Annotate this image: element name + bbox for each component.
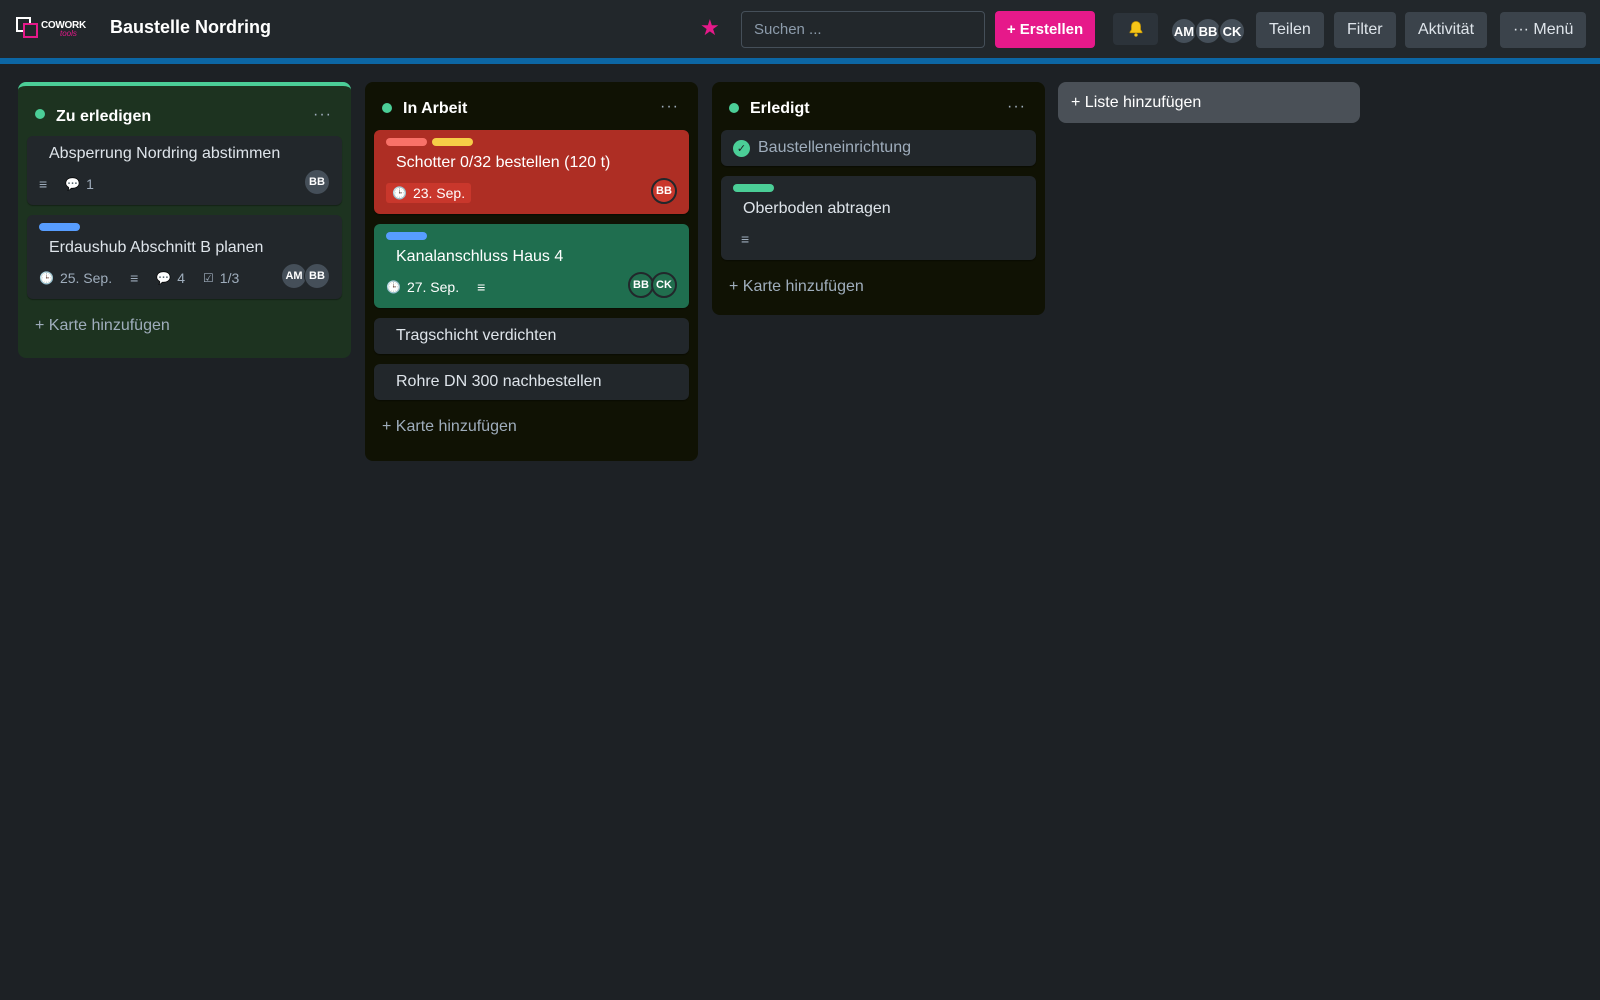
avatar[interactable]: CK <box>651 272 677 298</box>
check-circle-icon[interactable]: ✓ <box>733 139 750 157</box>
add-card-button[interactable]: + Karte hinzufügen <box>721 270 1036 304</box>
list-done: Erledigt ··· ✓ Baustelleneinrichtung Obe… <box>712 82 1045 315</box>
description-icon: ≡ <box>741 231 750 247</box>
clock-icon: 🕒 <box>39 271 54 285</box>
label-blue[interactable] <box>386 232 427 240</box>
card[interactable]: ✓ Baustelleneinrichtung <box>721 130 1036 166</box>
checklist-badge: ☑ 1/3 <box>203 270 240 286</box>
label-yellow[interactable] <box>432 138 473 146</box>
list-header: In Arbeit ··· <box>374 82 689 126</box>
description-icon: ≡ <box>130 270 139 286</box>
comment-icon: 💬 <box>65 177 81 191</box>
list-header: Zu erledigen ··· <box>27 86 342 130</box>
description-icon: ≡ <box>477 279 486 295</box>
add-list-button[interactable]: + Liste hinzufügen <box>1058 82 1360 123</box>
card[interactable]: Oberboden abtragen ≡ <box>721 176 1036 260</box>
card-title: Schotter 0/32 bestellen (120 t) <box>396 154 611 171</box>
board-members: AM BB CK <box>1170 17 1246 45</box>
create-button[interactable]: + Erstellen <box>995 11 1095 48</box>
avatar[interactable]: BB <box>651 178 677 204</box>
clock-icon: 🕒 <box>386 280 401 294</box>
header-divider <box>0 58 1600 64</box>
list-todo: Zu erledigen ··· Absperrung Nordring abs… <box>18 82 351 358</box>
status-dot-icon <box>35 109 45 119</box>
notifications-button[interactable] <box>1113 13 1158 45</box>
card[interactable]: Kanalanschluss Haus 4 🕒 27. Sep. ≡ BB CK <box>374 224 689 308</box>
card-badges: ≡ 💬 1 <box>39 172 330 196</box>
due-date-badge[interactable]: 🕒 25. Sep. <box>39 270 112 286</box>
card-members: AM BB <box>281 263 330 289</box>
due-date-badge[interactable]: 🕒 23. Sep. <box>386 183 472 203</box>
star-icon[interactable]: ★ <box>700 15 720 41</box>
card[interactable]: Absperrung Nordring abstimmen ≡ 💬 1 BB <box>27 136 342 205</box>
description-icon: ≡ <box>39 176 48 192</box>
card-title: Baustelleneinrichtung <box>758 139 911 156</box>
card-title: Tragschicht verdichten <box>396 327 557 344</box>
filter-button[interactable]: Filter <box>1334 12 1396 48</box>
card-labels <box>39 223 330 231</box>
status-dot-icon <box>729 103 739 113</box>
list-menu-icon[interactable]: ··· <box>313 106 332 124</box>
due-date-badge[interactable]: 🕒 27. Sep. <box>386 279 459 295</box>
card-title: Oberboden abtragen <box>743 200 891 217</box>
comment-icon: 💬 <box>156 271 172 285</box>
card[interactable]: Tragschicht verdichten <box>374 318 689 354</box>
list-in-progress: In Arbeit ··· Schotter 0/32 bestellen (1… <box>365 82 698 461</box>
bell-icon <box>1129 21 1142 37</box>
label-green[interactable] <box>733 184 774 192</box>
card-title: Absperrung Nordring abstimmen <box>49 145 281 162</box>
avatar[interactable]: BB <box>304 169 330 195</box>
label-red[interactable] <box>386 138 427 146</box>
logo-subtext: tools <box>60 29 77 38</box>
card-members: BB <box>651 178 677 204</box>
list-title[interactable]: In Arbeit <box>403 100 467 118</box>
comments-badge: 💬 1 <box>65 176 94 192</box>
activity-button[interactable]: Aktivität <box>1405 12 1488 48</box>
card[interactable]: Rohre DN 300 nachbestellen <box>374 364 689 400</box>
avatar[interactable]: CK <box>1218 17 1246 45</box>
status-dot-icon <box>382 103 392 113</box>
list-title[interactable]: Zu erledigen <box>56 108 151 126</box>
card[interactable]: Erdaushub Abschnitt B planen 🕒 25. Sep. ≡… <box>27 215 342 299</box>
card-title: Kanalanschluss Haus 4 <box>396 248 564 265</box>
list-menu-icon[interactable]: ··· <box>1007 98 1026 116</box>
card[interactable]: Schotter 0/32 bestellen (120 t) 🕒 23. Sep… <box>374 130 689 214</box>
app-logo[interactable]: COWORK tools <box>16 17 86 39</box>
menu-button[interactable]: ··· Menü <box>1500 12 1587 48</box>
add-card-button[interactable]: + Karte hinzufügen <box>374 410 689 444</box>
card-title: Rohre DN 300 nachbestellen <box>396 373 602 390</box>
top-bar: COWORK tools Baustelle Nordring ★ + Erst… <box>0 0 1600 58</box>
checkbox-icon: ☑ <box>203 271 214 285</box>
list-title[interactable]: Erledigt <box>750 100 810 118</box>
clock-icon: 🕒 <box>392 186 407 200</box>
card-labels <box>386 138 677 146</box>
add-card-button[interactable]: + Karte hinzufügen <box>27 309 342 343</box>
comments-badge: 💬 4 <box>156 270 186 286</box>
board-title[interactable]: Baustelle Nordring <box>110 17 271 38</box>
avatar[interactable]: BB <box>304 263 330 289</box>
list-menu-icon[interactable]: ··· <box>660 98 679 116</box>
list-header: Erledigt ··· <box>721 82 1036 126</box>
label-blue[interactable] <box>39 223 80 231</box>
card-members: BB CK <box>628 272 677 298</box>
card-badges: 🕒 23. Sep. <box>386 181 677 205</box>
share-button[interactable]: Teilen <box>1256 12 1324 48</box>
search-input[interactable] <box>741 11 985 48</box>
card-members: BB <box>304 169 330 195</box>
card-title: Erdaushub Abschnitt B planen <box>49 239 264 256</box>
card-badges: ≡ <box>733 227 1024 251</box>
card-labels <box>386 232 677 240</box>
logo-square-accent-icon <box>23 23 38 38</box>
card-labels <box>733 184 1024 192</box>
